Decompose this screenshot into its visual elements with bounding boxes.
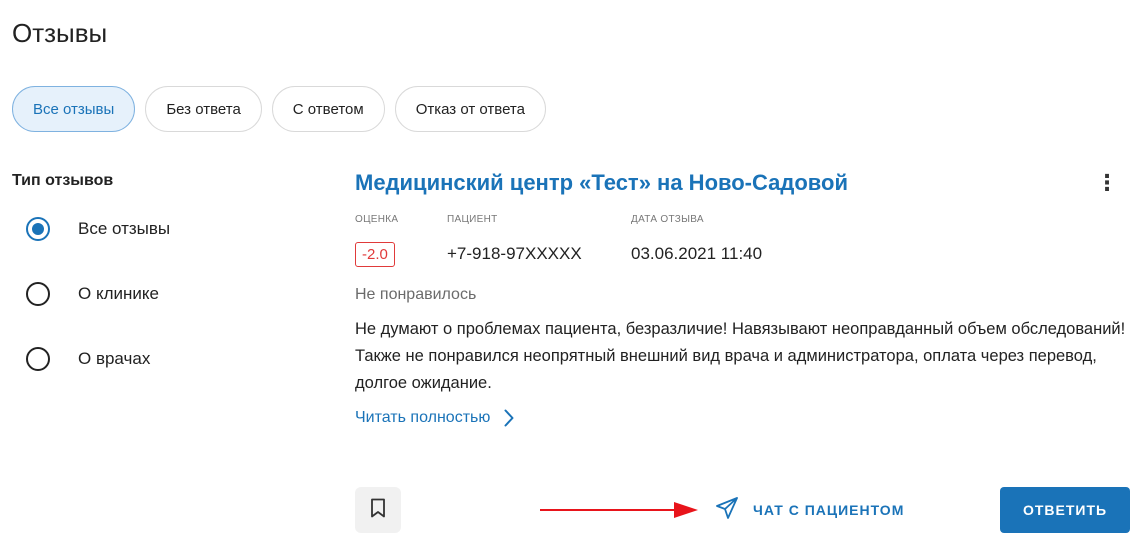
filter-chip-all[interactable]: Все отзывы: [12, 86, 136, 132]
radio-button[interactable]: [26, 282, 50, 306]
kebab-menu-icon[interactable]: ⋮: [1084, 172, 1130, 194]
filter-chips: Все отзывы Без ответа С ответом Отказ от…: [12, 86, 546, 132]
radio-option-all[interactable]: Все отзывы: [12, 212, 312, 246]
radio-label: О клинике: [78, 284, 159, 303]
review-text: Не думают о проблемах пациента, безразли…: [355, 320, 1126, 392]
sidebar-title: Тип отзывов: [12, 172, 114, 189]
date-header: ДАТА ОТЗЫВА: [631, 214, 704, 225]
review-actions: ЧАТ С ПАЦИЕНТОМ ОТВЕТИТЬ: [355, 487, 1130, 533]
patient-phone: +7-918-97XXXXX: [447, 244, 582, 263]
chevron-right-icon: [504, 409, 514, 427]
reply-button[interactable]: ОТВЕТИТЬ: [1000, 487, 1130, 533]
score-header: ОЦЕНКА: [355, 214, 399, 225]
radio-option-clinic[interactable]: О клинике: [12, 277, 312, 311]
clinic-name-link[interactable]: Медицинский центр «Тест» на Ново-Садовой: [355, 170, 848, 196]
page-title: Отзывы: [12, 18, 108, 48]
filter-chip-refused[interactable]: Отказ от ответа: [394, 86, 546, 132]
chat-with-patient-button[interactable]: ЧАТ С ПАЦИЕНТОМ: [715, 487, 904, 533]
radio-button[interactable]: [26, 347, 50, 371]
read-more-label: Читать полностью: [355, 409, 491, 426]
review-card: Медицинский центр «Тест» на Ново-Садовой…: [355, 170, 1130, 427]
bookmark-button[interactable]: [355, 487, 401, 533]
patient-header: ПАЦИЕНТ: [447, 214, 498, 225]
arrow-right-icon: [540, 499, 700, 526]
radio-label: Все отзывы: [78, 219, 171, 238]
chat-button-label: ЧАТ С ПАЦИЕНТОМ: [753, 502, 905, 518]
send-icon: [715, 496, 739, 525]
radio-button-checked[interactable]: [26, 217, 50, 241]
review-type-sidebar: Тип отзывов Все отзывы О клинике О врача…: [12, 172, 312, 376]
score-badge: -2.0: [355, 241, 395, 267]
review-meta: ОЦЕНКА -2.0 ПАЦИЕНТ +7-918-97XXXXX ДАТА …: [355, 214, 1130, 267]
review-sentiment: Не понравилось: [355, 286, 477, 303]
review-date: 03.06.2021 11:40: [631, 244, 763, 263]
read-more-link[interactable]: Читать полностью: [355, 409, 1130, 427]
radio-label: О врачах: [78, 349, 151, 368]
bookmark-icon: [370, 498, 386, 523]
radio-option-doctors[interactable]: О врачах: [12, 342, 312, 376]
filter-chip-no-answer[interactable]: Без ответа: [145, 86, 262, 132]
filter-chip-answered[interactable]: С ответом: [271, 86, 385, 132]
